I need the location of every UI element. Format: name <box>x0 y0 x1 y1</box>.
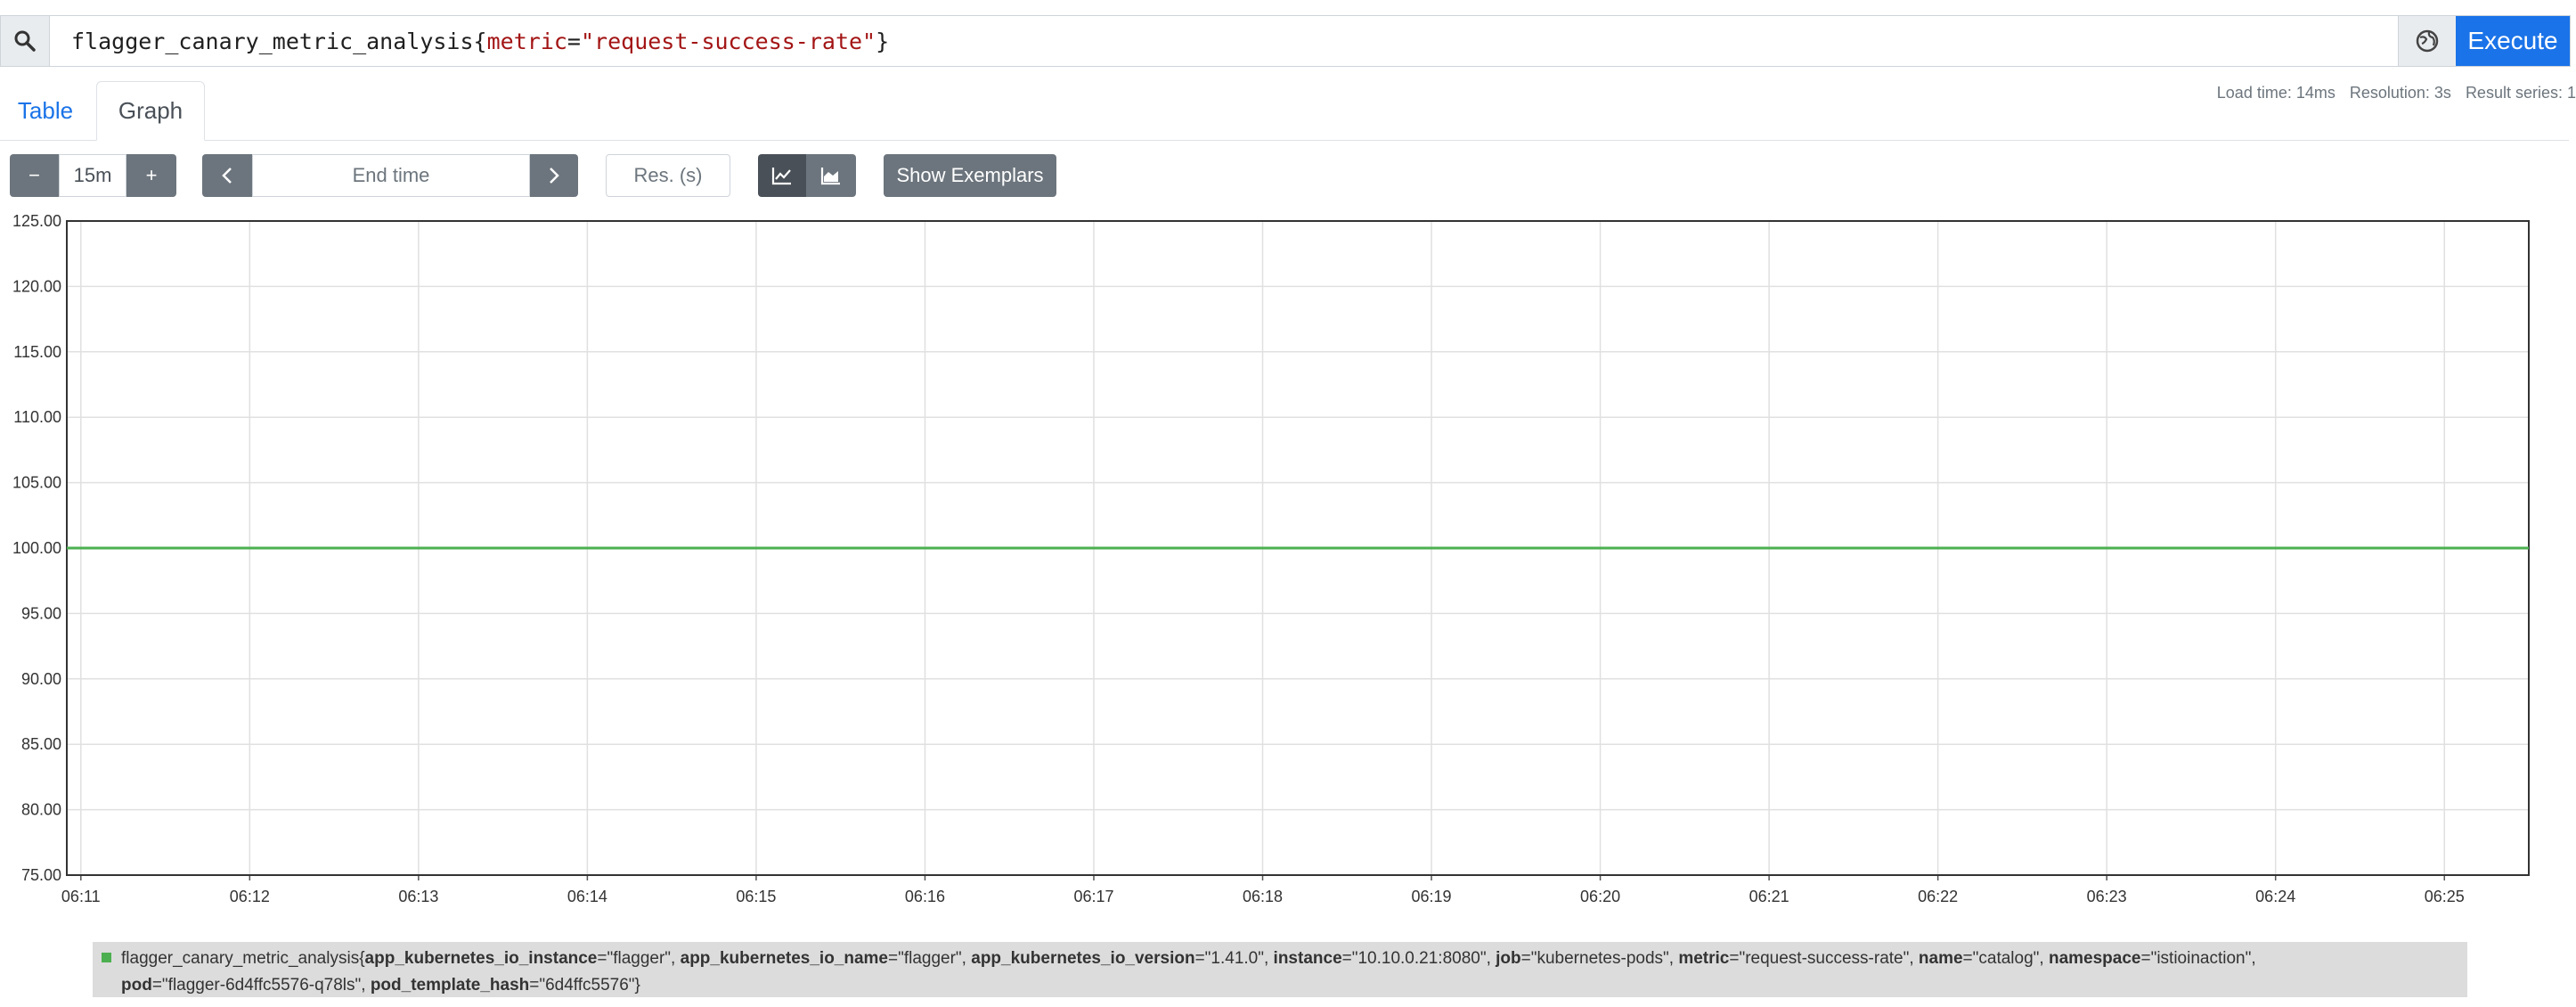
stacked-chart-button[interactable] <box>806 154 856 197</box>
y-tick-label: 95.00 <box>21 604 61 622</box>
expression-label-value: "request-success-rate" <box>580 28 876 54</box>
x-tick-label: 06:24 <box>2255 888 2295 905</box>
search-icon <box>1 16 50 66</box>
legend-metric-name: flagger_canary_metric_analysis{ <box>121 949 365 968</box>
tab-table[interactable]: Table <box>0 81 91 140</box>
legend-label-value: ="kubernetes-pods", <box>1520 949 1679 968</box>
legend-label-value: ="istioinaction", <box>2140 949 2256 968</box>
globe-icon[interactable] <box>2398 16 2456 66</box>
x-tick-label: 06:13 <box>398 888 438 905</box>
x-tick-label: 06:19 <box>1412 888 1452 905</box>
chevron-right-icon <box>550 168 559 184</box>
legend-label-value: ="flagger", <box>888 949 972 968</box>
graph-area[interactable]: 75.00 80.00 85.00 90.00 95.00 100.00 105.00 110… <box>0 210 2576 905</box>
legend-label-key: app_kubernetes_io_instance <box>364 949 598 968</box>
expression-equals: = <box>567 28 581 54</box>
legend-label-key: metric <box>1678 949 1730 968</box>
result-series-stat: Result series: 1 <box>2465 84 2576 102</box>
expression-label-key: metric <box>486 28 567 54</box>
tab-graph[interactable]: Graph <box>96 81 205 141</box>
chevron-left-icon <box>222 168 232 184</box>
legend-label-value: ="6d4ffc5576"} <box>529 976 640 995</box>
expression-input[interactable]: flagger_canary_metric_analysis{metric = "r… <box>50 16 2398 66</box>
resolution-stat: Resolution: 3s <box>2349 84 2451 102</box>
resolution-input[interactable]: Res. (s) <box>606 154 730 197</box>
legend-swatch <box>102 953 111 962</box>
legend-label-key: namespace <box>2048 949 2141 968</box>
expression-metric-name: flagger_canary_metric_analysis <box>71 28 474 54</box>
execute-button[interactable]: Execute <box>2456 16 2570 66</box>
line-chart-icon <box>771 168 791 185</box>
range-increase-button[interactable]: + <box>126 154 176 197</box>
x-tick-label: 06:17 <box>1073 888 1113 905</box>
y-tick-label: 75.00 <box>21 866 61 884</box>
panel-tabs: Table Graph <box>0 81 2569 141</box>
legend-label-value: ="1.41.0", <box>1194 949 1274 968</box>
x-tick-label: 06:25 <box>2425 888 2465 905</box>
x-tick-label: 06:18 <box>1243 888 1283 905</box>
end-time-input[interactable]: End time <box>252 154 530 197</box>
legend[interactable]: flagger_canary_metric_analysis{app_kuber… <box>93 942 2467 997</box>
legend-label-value: ="flagger", <box>597 949 681 968</box>
legend-series-label: flagger_canary_metric_analysis{app_kuber… <box>121 949 2256 995</box>
load-time: Load time: 14ms <box>2216 84 2336 102</box>
legend-label-key: app_kubernetes_io_version <box>971 949 1195 968</box>
unstacked-chart-button[interactable] <box>758 154 806 197</box>
y-tick-label: 105.00 <box>12 474 61 492</box>
query-bar: flagger_canary_metric_analysis{metric = "r… <box>0 15 2571 67</box>
x-tick-label: 06:23 <box>2087 888 2127 905</box>
expression-open-brace: { <box>473 28 487 54</box>
legend-label-key: name <box>1918 949 1963 968</box>
legend-label-key: instance <box>1273 949 1342 968</box>
legend-label-key: pod_template_hash <box>370 976 530 995</box>
range-input[interactable]: 15m <box>59 154 126 197</box>
range-decrease-button[interactable]: − <box>10 154 59 197</box>
legend-label-value: ="request-success-rate", <box>1729 949 1919 968</box>
y-tick-label: 110.00 <box>13 408 61 426</box>
legend-label-value: ="10.10.0.21:8080", <box>1341 949 1496 968</box>
y-tick-label: 100.00 <box>12 539 61 557</box>
legend-label-value: ="catalog", <box>1962 949 2049 968</box>
y-tick-label: 125.00 <box>12 212 61 230</box>
x-tick-label: 06:20 <box>1580 888 1620 905</box>
x-tick-label: 06:15 <box>736 888 776 905</box>
y-tick-label: 115.00 <box>13 343 61 361</box>
legend-label-key: pod <box>121 976 152 995</box>
x-tick-label: 06:21 <box>1749 888 1789 905</box>
y-tick-label: 90.00 <box>21 670 61 688</box>
legend-label-value: ="flagger-6d4ffc5576-q78ls", <box>151 976 371 995</box>
x-tick-label: 06:14 <box>567 888 607 905</box>
y-tick-label: 80.00 <box>21 801 61 819</box>
y-tick-label: 85.00 <box>21 735 61 753</box>
x-tick-label: 06:12 <box>230 888 270 905</box>
expression-close-brace: } <box>876 28 890 54</box>
y-tick-label: 120.00 <box>12 277 61 295</box>
x-tick-label: 06:22 <box>1918 888 1958 905</box>
x-tick-label: 06:11 <box>61 888 101 905</box>
x-tick-label: 06:16 <box>905 888 945 905</box>
legend-label-key: job <box>1496 949 1521 968</box>
show-exemplars-button[interactable]: Show Exemplars <box>884 154 1056 197</box>
end-time-back-button[interactable] <box>202 154 252 197</box>
legend-label-key: app_kubernetes_io_name <box>680 949 888 968</box>
query-stats: Load time: 14ms Resolution: 3s Result seri… <box>2203 84 2576 102</box>
end-time-forward-button[interactable] <box>530 154 578 197</box>
stacked-chart-icon <box>820 168 840 185</box>
